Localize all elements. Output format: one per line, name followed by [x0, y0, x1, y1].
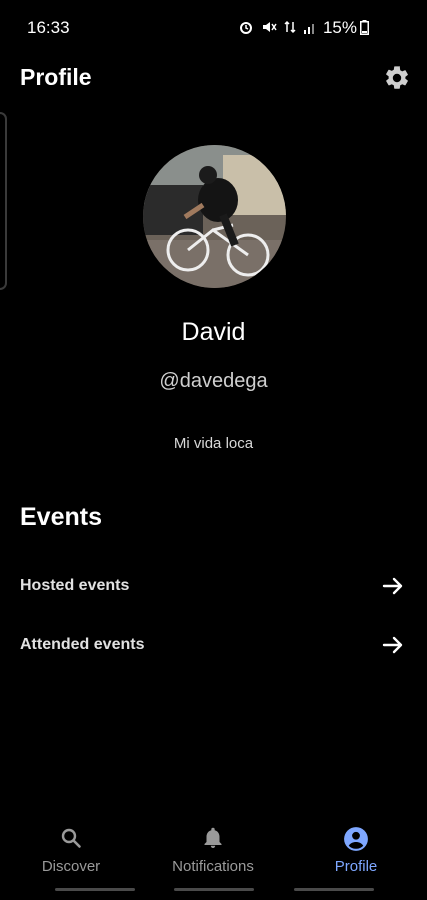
avatar[interactable] [143, 145, 286, 288]
arrow-right-icon [382, 577, 403, 595]
gear-icon [386, 66, 408, 89]
status-icons [238, 19, 317, 35]
nav-discover[interactable]: Discover [0, 818, 142, 888]
edge-panel-handle[interactable] [0, 112, 7, 290]
search-icon [61, 828, 81, 848]
attended-events-label: Attended events [20, 636, 145, 653]
hosted-events-label: Hosted events [20, 577, 130, 594]
page-title: Profile [20, 64, 92, 90]
nav-notifications-label: Notifications [172, 858, 254, 875]
bell-icon [204, 827, 222, 848]
gesture-bar [174, 888, 254, 891]
data-icon [284, 20, 296, 34]
battery-icon [360, 20, 369, 35]
status-bar: 16:33 15% [0, 0, 427, 56]
signal-icon [304, 24, 314, 34]
gesture-bar [294, 888, 374, 891]
mute-icon [263, 22, 277, 32]
profile-username: @davedega [159, 370, 268, 392]
status-time: 16:33 [27, 18, 70, 37]
events-section-title: Events [20, 503, 102, 531]
profile-bio: Mi vida loca [173, 435, 254, 452]
gesture-bars [0, 888, 427, 894]
nav-discover-label: Discover [41, 858, 101, 875]
avatar-photo [143, 145, 286, 288]
attended-events-row[interactable]: Attended events [0, 621, 427, 671]
gesture-bar [55, 888, 135, 891]
nav-profile-label: Profile [334, 858, 378, 875]
nav-profile[interactable]: Profile [285, 818, 427, 888]
hosted-events-row[interactable]: Hosted events [0, 562, 427, 612]
settings-button[interactable] [383, 64, 411, 92]
profile-name: David [181, 318, 246, 346]
account-circle-icon [344, 827, 368, 851]
arrow-right-icon [382, 636, 403, 654]
alarm-icon [240, 22, 252, 34]
battery-level: 15% [322, 18, 357, 37]
nav-notifications[interactable]: Notifications [142, 818, 284, 888]
